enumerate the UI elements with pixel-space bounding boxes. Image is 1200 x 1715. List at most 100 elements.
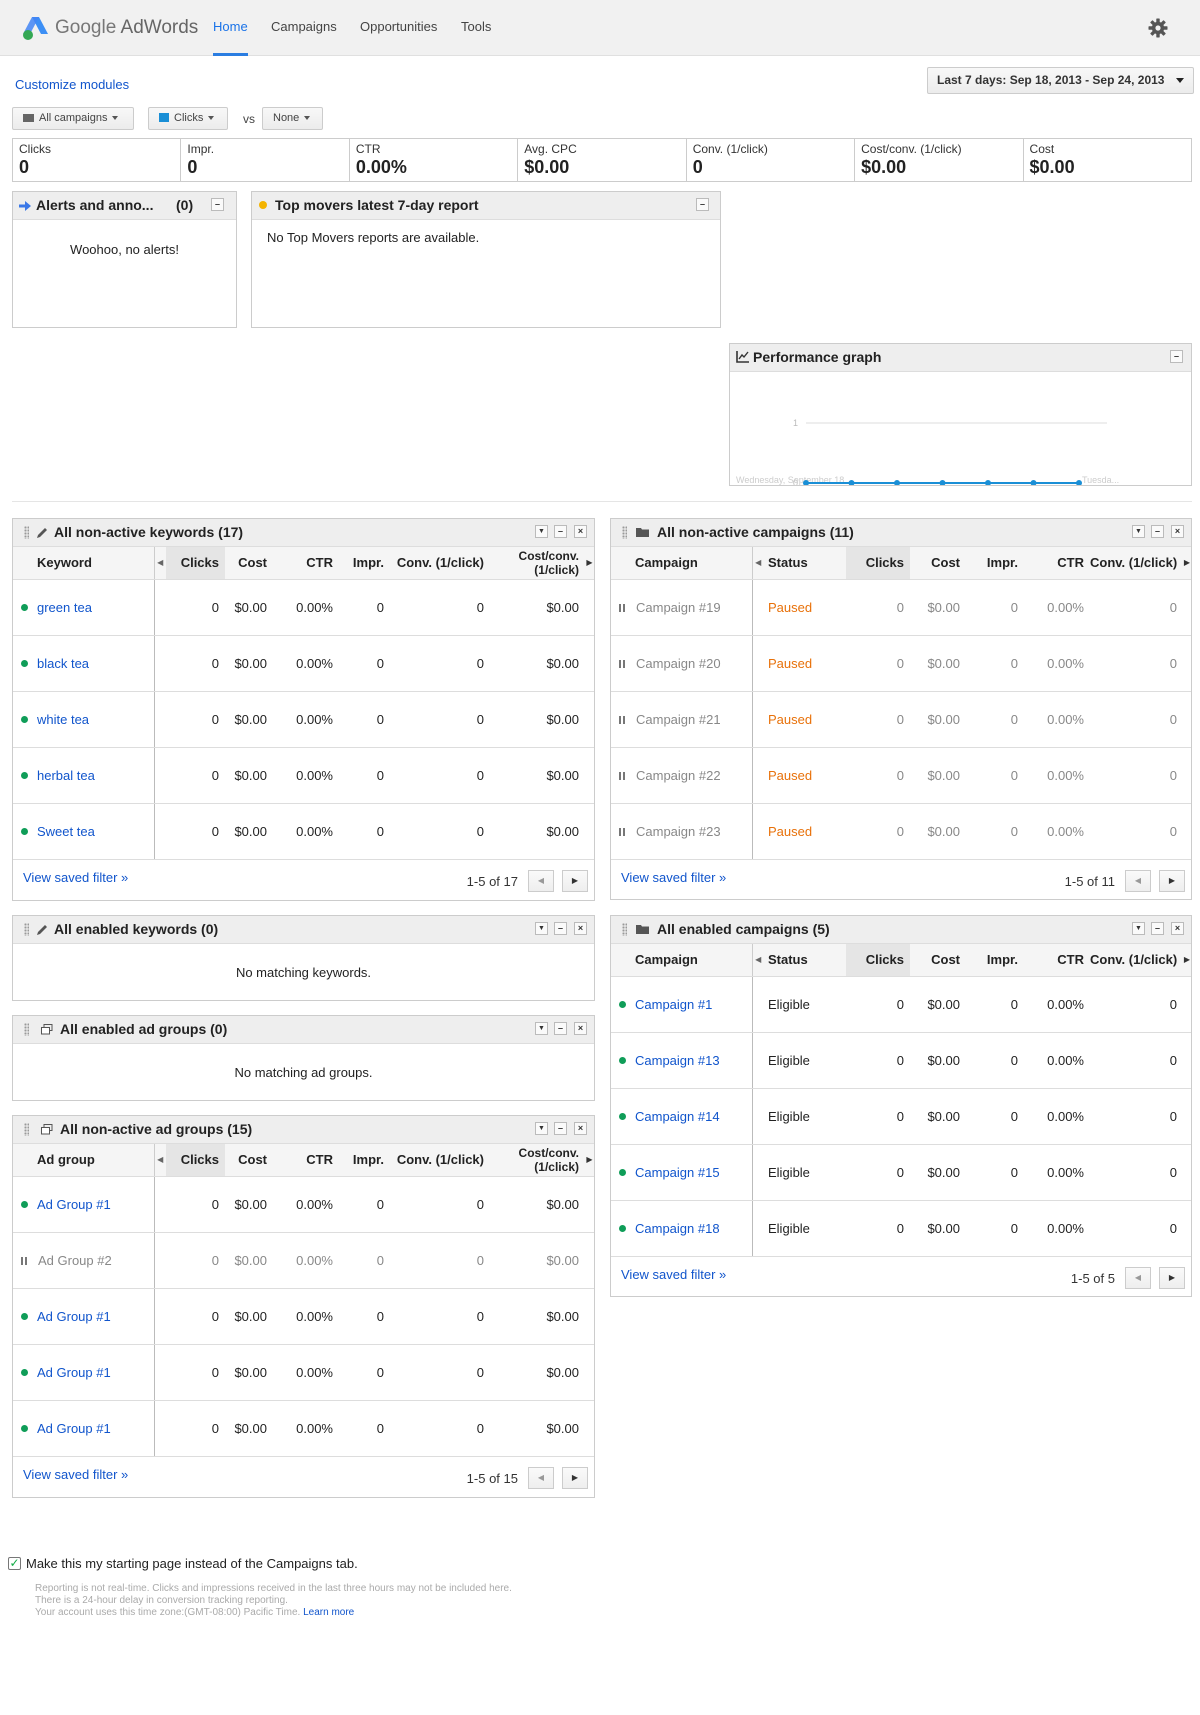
nav-home[interactable]: Home [213, 0, 248, 56]
drag-handle-icon[interactable] [622, 923, 627, 936]
scroll-left-icon[interactable]: ◀ [751, 944, 764, 977]
campaign-filter-dropdown[interactable]: All campaigns [12, 107, 134, 130]
starting-page-checkbox[interactable]: ✓ [8, 1557, 21, 1570]
adgroup-cell[interactable]: Ad Group #1 [13, 1288, 155, 1345]
column-header[interactable]: Cost [910, 944, 966, 977]
campaign-cell[interactable]: Campaign #21 [611, 691, 753, 748]
column-header[interactable]: Campaign [611, 944, 752, 977]
adgroup-cell[interactable]: Ad Group #1 [13, 1344, 155, 1401]
column-header[interactable]: Cost/conv. (1/click) [490, 547, 585, 580]
keyword-cell[interactable]: herbal tea [13, 747, 155, 804]
minimize-icon[interactable]: – [554, 525, 567, 538]
campaign-cell[interactable]: Campaign #1 [611, 976, 753, 1033]
column-header[interactable]: Ad group [13, 1144, 154, 1177]
prev-page-button[interactable]: ◀ [528, 1466, 554, 1489]
column-header[interactable]: Cost [225, 547, 273, 580]
drag-handle-icon[interactable] [24, 1123, 29, 1136]
column-header[interactable]: CTR [1024, 944, 1090, 977]
keyword-link[interactable]: black tea [37, 656, 89, 671]
scroll-right-icon[interactable]: ▶ [585, 1144, 594, 1177]
learn-more-link[interactable]: Learn more [303, 1607, 354, 1618]
column-header[interactable]: Impr. [339, 1144, 390, 1177]
data-point[interactable] [939, 480, 946, 485]
prev-page-button[interactable]: ◀ [528, 869, 554, 892]
data-point[interactable] [985, 480, 991, 485]
column-header[interactable]: Cost/conv. (1/click) [490, 1144, 585, 1177]
next-page-button[interactable]: ▶ [1159, 869, 1185, 892]
adgroup-name[interactable]: Ad Group #2 [38, 1253, 112, 1268]
minimize-icon[interactable]: – [1151, 525, 1164, 538]
column-header[interactable]: Cost [225, 1144, 273, 1177]
date-range-dropdown[interactable]: Last 7 days: Sep 18, 2013 - Sep 24, 2013 [927, 67, 1194, 94]
campaign-name[interactable]: Campaign #22 [636, 768, 721, 783]
campaign-cell[interactable]: Campaign #22 [611, 747, 753, 804]
adgroup-link[interactable]: Ad Group #1 [37, 1309, 111, 1324]
campaign-cell[interactable]: Campaign #15 [611, 1144, 753, 1201]
campaign-link[interactable]: Campaign #14 [635, 1109, 720, 1124]
column-header[interactable]: Campaign [611, 547, 752, 580]
campaign-name[interactable]: Campaign #20 [636, 656, 721, 671]
column-header[interactable]: Keyword [13, 547, 154, 580]
view-saved-filter-link[interactable]: View saved filter » [23, 870, 128, 885]
minimize-icon[interactable]: – [211, 198, 224, 211]
campaign-cell[interactable]: Campaign #19 [611, 579, 753, 636]
minimize-icon[interactable]: – [696, 198, 709, 211]
nav-campaigns[interactable]: Campaigns [271, 0, 337, 56]
column-header[interactable]: Status [764, 547, 846, 580]
column-header[interactable]: Impr. [966, 547, 1024, 580]
minimize-icon[interactable]: – [1151, 922, 1164, 935]
scroll-left-icon[interactable]: ◀ [153, 547, 166, 580]
scroll-left-icon[interactable]: ◀ [751, 547, 764, 580]
close-icon[interactable]: × [574, 922, 587, 935]
close-icon[interactable]: × [574, 525, 587, 538]
chevron-down-icon[interactable]: ▼ [1132, 922, 1145, 935]
adgroup-link[interactable]: Ad Group #1 [37, 1421, 111, 1436]
campaign-cell[interactable]: Campaign #23 [611, 803, 753, 860]
view-saved-filter-link[interactable]: View saved filter » [23, 1467, 128, 1482]
scroll-right-icon[interactable]: ▶ [1183, 944, 1191, 977]
keyword-link[interactable]: Sweet tea [37, 824, 95, 839]
column-header[interactable]: CTR [273, 1144, 339, 1177]
close-icon[interactable]: × [574, 1122, 587, 1135]
column-header[interactable]: CTR [273, 547, 339, 580]
drag-handle-icon[interactable] [622, 526, 627, 539]
campaign-cell[interactable]: Campaign #18 [611, 1200, 753, 1257]
chevron-down-icon[interactable]: ▼ [535, 1022, 548, 1035]
drag-handle-icon[interactable] [24, 1023, 29, 1036]
scroll-left-icon[interactable]: ◀ [153, 1144, 166, 1177]
close-icon[interactable]: × [574, 1022, 587, 1035]
column-header[interactable]: Clicks [166, 547, 225, 580]
keyword-cell[interactable]: black tea [13, 635, 155, 692]
customize-modules-link[interactable]: Customize modules [15, 77, 129, 92]
adgroup-link[interactable]: Ad Group #1 [37, 1365, 111, 1380]
metric2-dropdown[interactable]: None [262, 107, 323, 130]
adgroup-cell[interactable]: Ad Group #2 [13, 1232, 155, 1289]
column-header[interactable]: CTR [1024, 547, 1090, 580]
column-header[interactable]: Status [764, 944, 846, 977]
campaign-link[interactable]: Campaign #13 [635, 1053, 720, 1068]
campaign-name[interactable]: Campaign #19 [636, 600, 721, 615]
campaign-link[interactable]: Campaign #1 [635, 997, 712, 1012]
next-page-button[interactable]: ▶ [562, 869, 588, 892]
column-header[interactable]: Conv. (1/click) [390, 547, 490, 580]
drag-handle-icon[interactable] [24, 923, 29, 936]
next-page-button[interactable]: ▶ [562, 1466, 588, 1489]
prev-page-button[interactable]: ◀ [1125, 869, 1151, 892]
adgroup-link[interactable]: Ad Group #1 [37, 1197, 111, 1212]
keyword-link[interactable]: green tea [37, 600, 92, 615]
view-saved-filter-link[interactable]: View saved filter » [621, 870, 726, 885]
chevron-down-icon[interactable]: ▼ [535, 1122, 548, 1135]
chevron-down-icon[interactable]: ▼ [535, 525, 548, 538]
campaign-cell[interactable]: Campaign #20 [611, 635, 753, 692]
minimize-icon[interactable]: – [554, 1022, 567, 1035]
column-header[interactable]: Conv. (1/click) [1090, 547, 1183, 580]
campaign-name[interactable]: Campaign #23 [636, 824, 721, 839]
column-header[interactable]: Clicks [846, 547, 910, 580]
keyword-cell[interactable]: Sweet tea [13, 803, 155, 860]
campaign-cell[interactable]: Campaign #14 [611, 1088, 753, 1145]
column-header[interactable]: Impr. [339, 547, 390, 580]
nav-tools[interactable]: Tools [461, 0, 491, 56]
logo-text[interactable]: Google AdWords [55, 17, 198, 39]
close-icon[interactable]: × [1171, 525, 1184, 538]
scroll-right-icon[interactable]: ▶ [1183, 547, 1191, 580]
